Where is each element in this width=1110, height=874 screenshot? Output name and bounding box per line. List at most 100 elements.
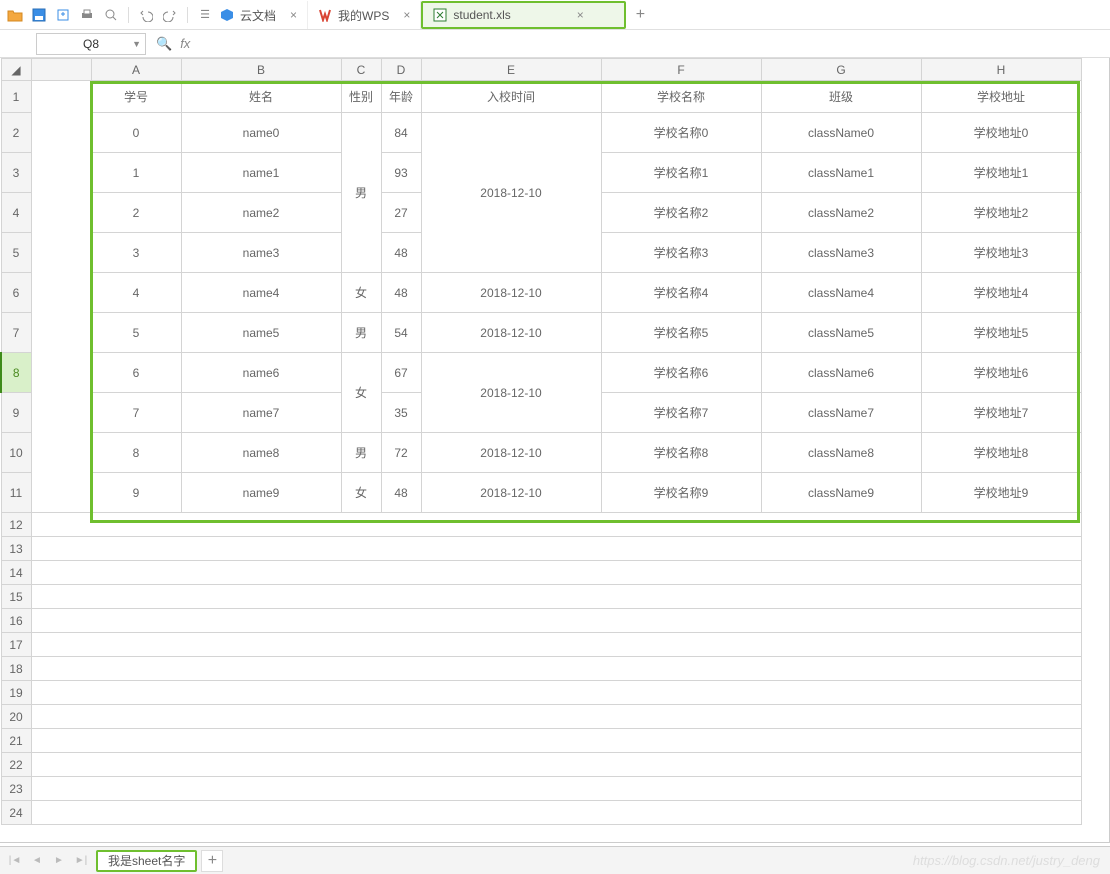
cell[interactable]: name1 [181,153,341,193]
cell[interactable]: 35 [381,393,421,433]
cell[interactable]: 5 [91,313,181,353]
empty-row[interactable] [31,801,1081,825]
cell[interactable]: 6 [91,353,181,393]
empty-row[interactable] [31,537,1081,561]
cell[interactable]: 27 [381,193,421,233]
cell[interactable]: 48 [381,273,421,313]
cell[interactable]: 学校名称6 [601,353,761,393]
row-header[interactable]: 3 [1,153,31,193]
cell[interactable]: 学校名称8 [601,433,761,473]
cell[interactable]: 2018-12-10 [421,273,601,313]
cell[interactable]: 男 [341,433,381,473]
row-header[interactable]: 18 [1,657,31,681]
cell[interactable]: 4 [91,273,181,313]
cell[interactable]: 0 [91,113,181,153]
cell[interactable]: 学校地址6 [921,353,1081,393]
nav-prev-icon[interactable]: ◄ [28,852,46,870]
search-icon[interactable]: 🔍 [156,36,172,52]
cell[interactable]: 女 [341,273,381,313]
table-header[interactable]: 性别 [341,81,381,113]
cell[interactable]: 男 [341,313,381,353]
cell[interactable]: name3 [181,233,341,273]
cell[interactable]: name4 [181,273,341,313]
table-header[interactable]: 学校地址 [921,81,1081,113]
cell[interactable]: 学校名称4 [601,273,761,313]
col-header-g[interactable]: G [761,59,921,81]
print-icon[interactable] [78,6,96,24]
add-tab-button[interactable]: + [626,1,655,29]
select-all-corner[interactable]: ◢ [1,59,31,81]
table-header[interactable]: 班级 [761,81,921,113]
cell[interactable]: 学校名称2 [601,193,761,233]
close-icon[interactable]: × [517,8,584,22]
cell[interactable]: 学校地址1 [921,153,1081,193]
row-header[interactable]: 2 [1,113,31,153]
export-icon[interactable] [54,6,72,24]
cell[interactable]: 学校地址4 [921,273,1081,313]
table-header[interactable]: 学校名称 [601,81,761,113]
cell[interactable]: 3 [91,233,181,273]
table-header[interactable]: 年龄 [381,81,421,113]
cell[interactable]: 48 [381,233,421,273]
row-header[interactable]: 12 [1,513,31,537]
empty-row[interactable] [31,681,1081,705]
cell[interactable]: className8 [761,433,921,473]
cell[interactable]: 学校地址7 [921,393,1081,433]
col-header-c[interactable]: C [341,59,381,81]
row-header[interactable]: 10 [1,433,31,473]
col-header-e[interactable]: E [421,59,601,81]
row-header[interactable]: 19 [1,681,31,705]
cell[interactable]: 93 [381,153,421,193]
empty-cell[interactable] [31,81,91,513]
fx-label[interactable]: fx [180,36,190,51]
table-header[interactable]: 姓名 [181,81,341,113]
undo-icon[interactable] [137,6,155,24]
cell[interactable]: 84 [381,113,421,153]
cell[interactable]: name8 [181,433,341,473]
chevron-down-icon[interactable]: ▼ [132,39,141,49]
tab-cloud-docs[interactable]: 云文档 × [210,1,308,29]
cell[interactable]: 67 [381,353,421,393]
print-preview-icon[interactable] [102,6,120,24]
table-header[interactable]: 入校时间 [421,81,601,113]
nav-last-icon[interactable]: ►| [72,852,90,870]
cell[interactable]: 8 [91,433,181,473]
nav-first-icon[interactable]: |◄ [6,852,24,870]
cell[interactable]: 学校名称0 [601,113,761,153]
cell[interactable]: name0 [181,113,341,153]
cell[interactable]: 2 [91,193,181,233]
table-header[interactable]: 学号 [91,81,181,113]
cell[interactable]: className9 [761,473,921,513]
cell[interactable]: name5 [181,313,341,353]
cell[interactable]: 7 [91,393,181,433]
save-icon[interactable] [30,6,48,24]
row-header[interactable]: 11 [1,473,31,513]
empty-row[interactable] [31,513,1081,537]
cell[interactable]: className4 [761,273,921,313]
cell[interactable]: 学校地址9 [921,473,1081,513]
cell[interactable]: 72 [381,433,421,473]
row-header[interactable]: 7 [1,313,31,353]
cell-merged[interactable]: 女 [341,353,381,433]
empty-row[interactable] [31,609,1081,633]
cell[interactable]: className2 [761,193,921,233]
cell[interactable]: name7 [181,393,341,433]
row-header-selected[interactable]: 8 [1,353,31,393]
empty-row[interactable] [31,561,1081,585]
folder-open-icon[interactable] [6,6,24,24]
col-header-f[interactable]: F [601,59,761,81]
cell[interactable]: 54 [381,313,421,353]
cell[interactable]: className5 [761,313,921,353]
cell[interactable]: 女 [341,473,381,513]
cell[interactable]: className6 [761,353,921,393]
col-header-b[interactable]: B [181,59,341,81]
row-header[interactable]: 14 [1,561,31,585]
row-header[interactable]: 20 [1,705,31,729]
empty-row[interactable] [31,657,1081,681]
row-header[interactable]: 23 [1,777,31,801]
cell[interactable]: 学校名称5 [601,313,761,353]
cell[interactable]: className7 [761,393,921,433]
empty-row[interactable] [31,753,1081,777]
redo-icon[interactable] [161,6,179,24]
cell[interactable]: 学校名称7 [601,393,761,433]
